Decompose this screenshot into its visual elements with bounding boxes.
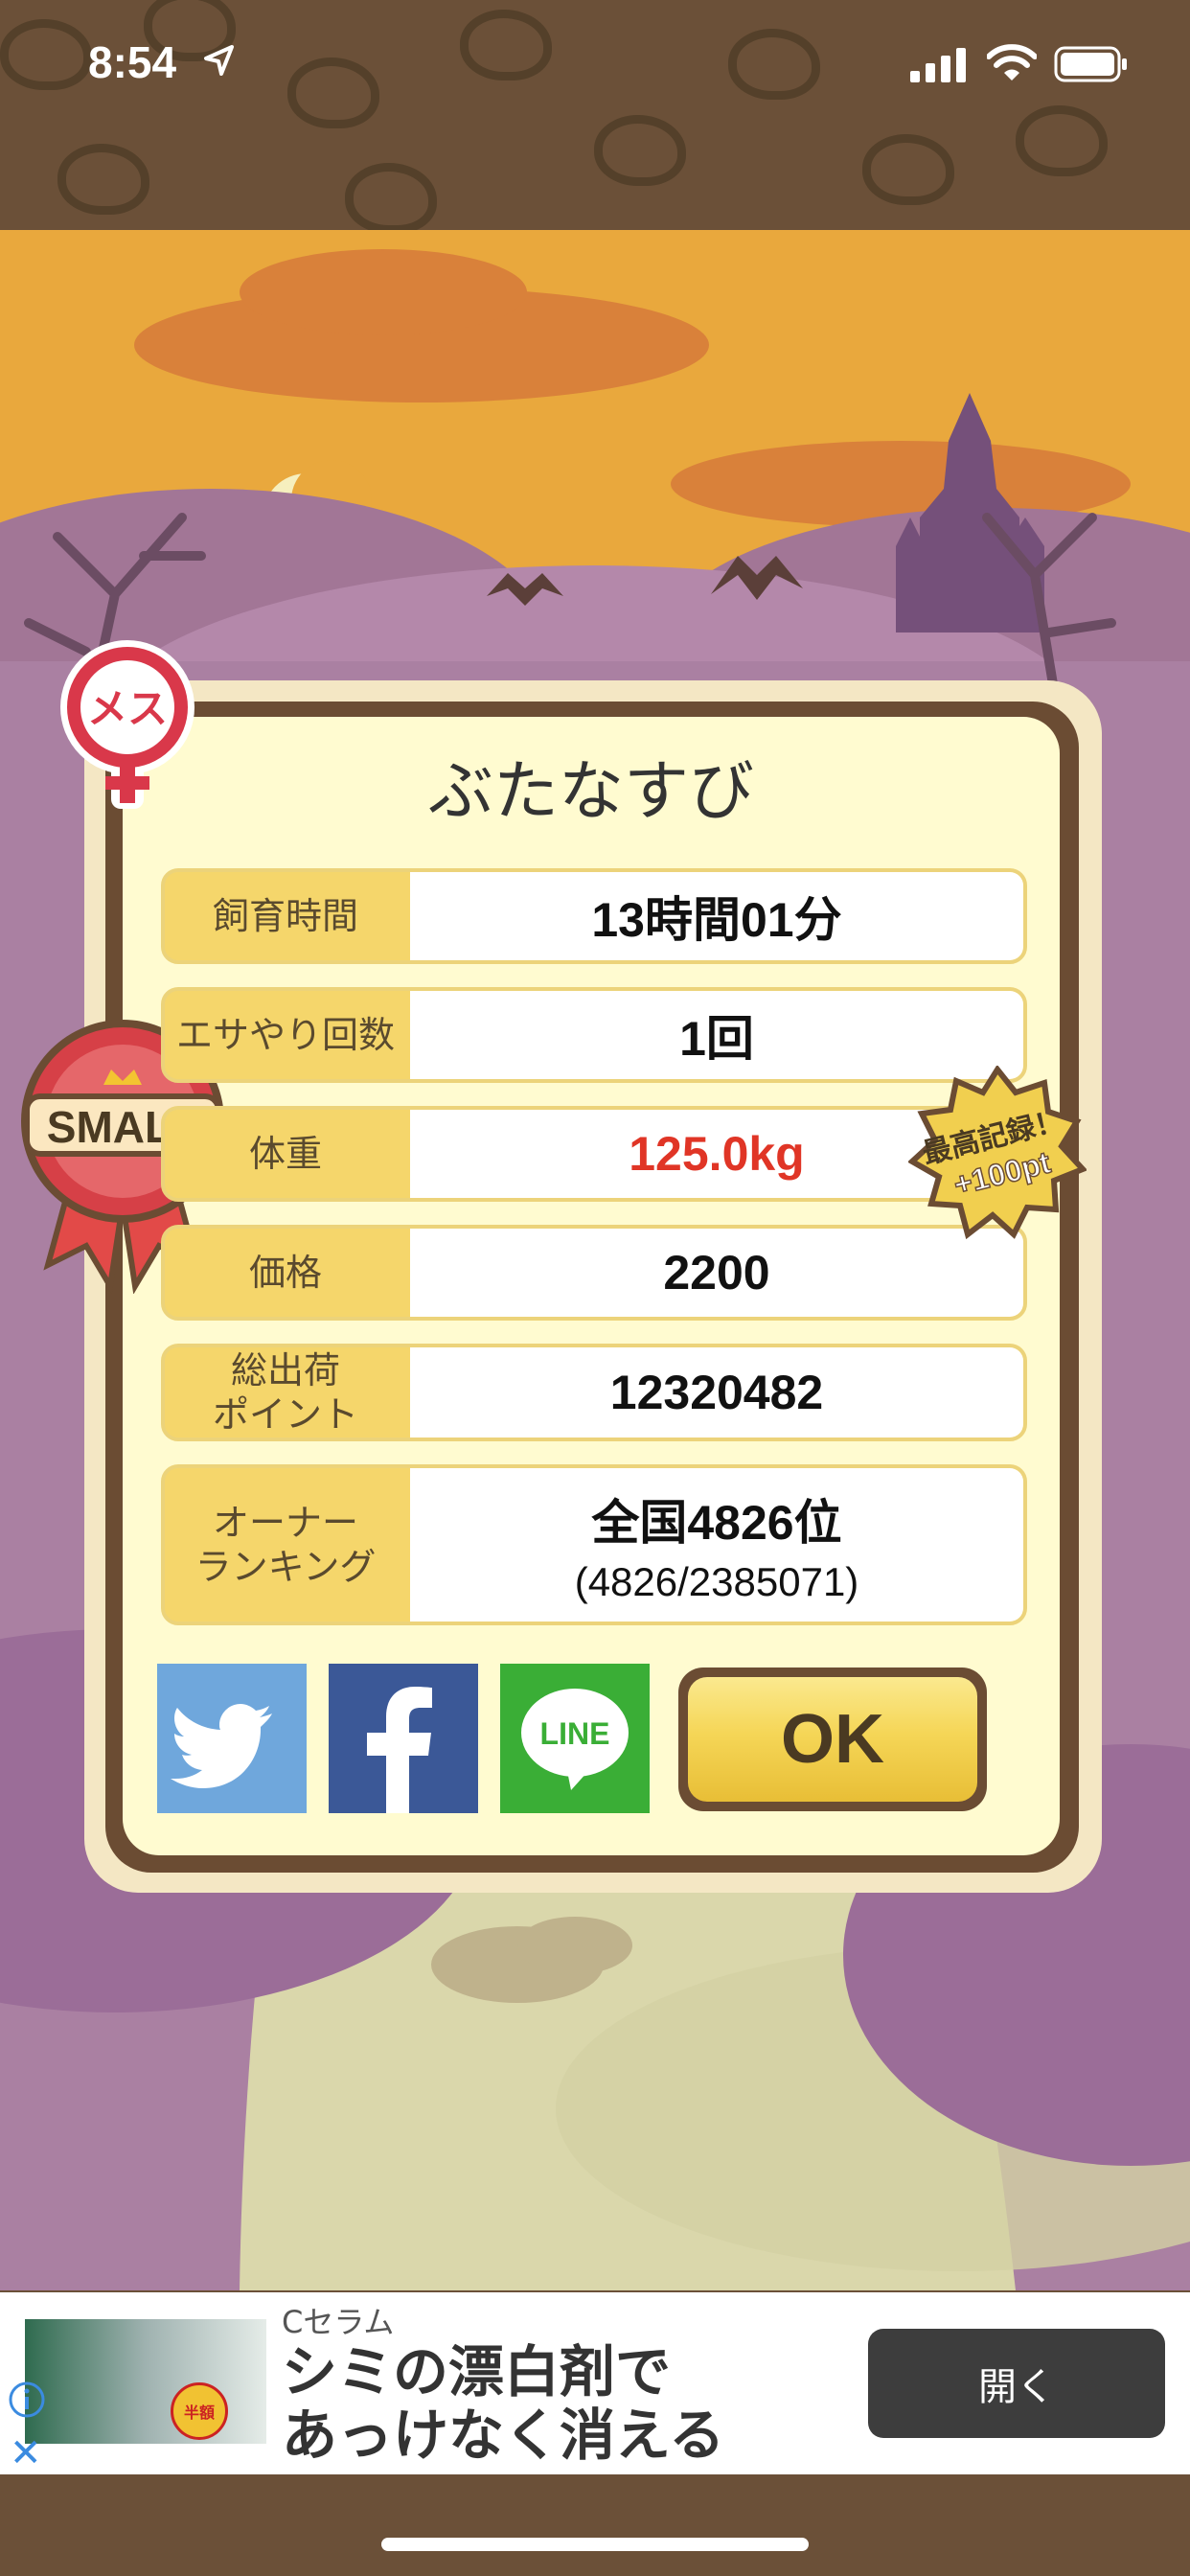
ad-info-icon[interactable] [8, 2380, 46, 2419]
stat-row-weight: 体重 125.0kg [161, 1106, 1027, 1202]
status-bar: 8:54 [0, 0, 1190, 134]
stat-row-owner-ranking: オーナー ランキング 全国4826位 (4826/2385071) [161, 1464, 1027, 1625]
pig-name-title: ぶたなすび [427, 754, 754, 830]
stat-label: オーナー ランキング [195, 1502, 377, 1588]
ad-open-button[interactable]: 開く [868, 2329, 1165, 2438]
stat-label: エサやり回数 [175, 1014, 395, 1056]
stat-label: 総出荷 ポイント [212, 1349, 358, 1436]
cellular-signal-icon [910, 48, 966, 82]
stat-label: 価格 [248, 1252, 322, 1294]
bottom-pattern-bar [0, 2474, 1190, 2576]
female-gender-badge: メス [60, 640, 195, 809]
weight-value: 125.0kg [629, 1127, 805, 1181]
ok-button-label[interactable]: OK [688, 1677, 977, 1802]
ad-brand: Cセラム [282, 2304, 395, 2340]
home-indicator[interactable] [381, 2538, 809, 2551]
battery-icon [1054, 46, 1127, 82]
price-value: 2200 [663, 1246, 770, 1300]
ranking-detail: (4826/2385071) [574, 1559, 859, 1604]
stat-label: 体重 [248, 1133, 322, 1175]
ad-product-image[interactable] [25, 2319, 266, 2444]
stat-label: 飼育時間 [212, 895, 358, 937]
bean-pattern [345, 163, 437, 230]
ranking-value: 全国4826位 [591, 1496, 842, 1550]
raising-time-value: 13時間01分 [591, 893, 842, 947]
status-time: 8:54 [88, 37, 177, 87]
stat-value: 全国4826位 (4826/2385071) [410, 1468, 1023, 1622]
facebook-share-button[interactable] [329, 1664, 478, 1813]
line-share-button[interactable]: LINE [500, 1664, 650, 1813]
twitter-share-button[interactable] [157, 1664, 307, 1813]
feed-count-value: 1回 [679, 1012, 754, 1066]
stat-row-total-points: 総出荷 ポイント 12320482 [161, 1344, 1027, 1441]
best-record-badge: 最高記録！ +100pt [908, 1066, 1087, 1240]
total-points-value: 12320482 [609, 1366, 824, 1419]
wifi-icon [987, 44, 1037, 80]
bean-pattern [862, 134, 954, 205]
stat-row-feed-count: エサやり回数 1回 [161, 987, 1027, 1083]
gender-badge-label: メス [87, 685, 168, 732]
bean-pattern [57, 144, 149, 215]
stat-row-price: 価格 2200 [161, 1225, 1027, 1321]
location-arrow-icon [204, 45, 234, 76]
stat-value: 13時間01分 [410, 872, 1023, 960]
ad-sale-badge: 半額 [171, 2382, 228, 2440]
stat-value: 12320482 [410, 1347, 1023, 1438]
line-icon-label: LINE [540, 1716, 610, 1751]
ad-close-icon[interactable]: ✕ [10, 2434, 42, 2472]
stat-row-raising-time: 飼育時間 13時間01分 [161, 868, 1027, 964]
ad-headline[interactable]: シミの漂白剤で あっけなく消える [282, 2340, 818, 2467]
